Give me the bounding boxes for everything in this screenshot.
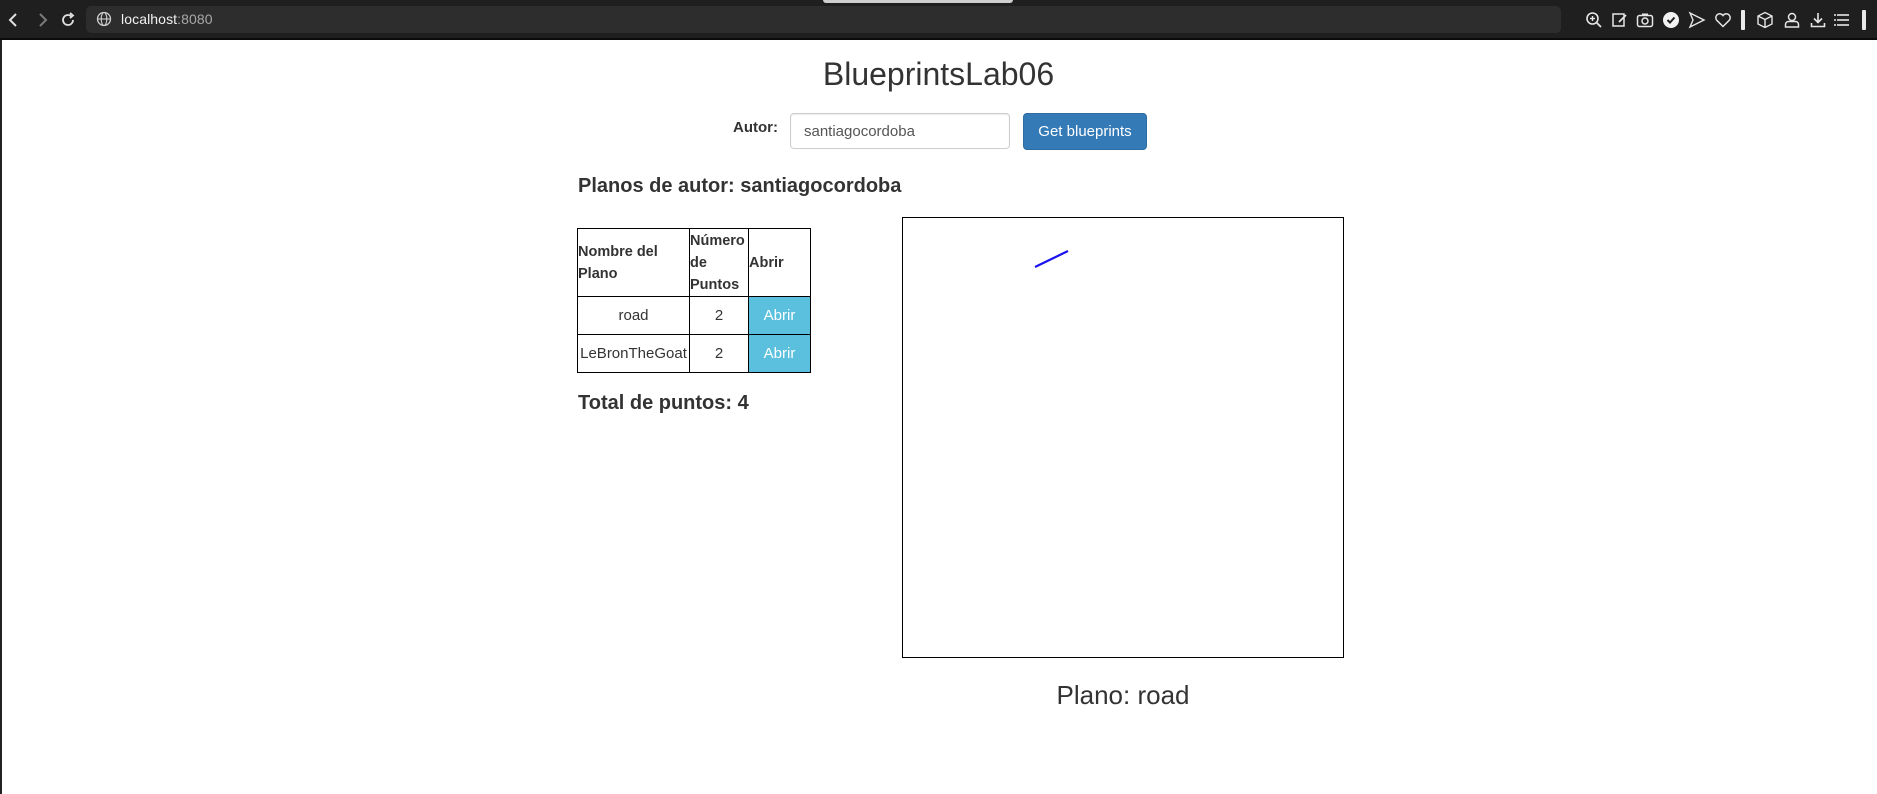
blueprint-canvas[interactable] [902, 217, 1344, 658]
blueprint-points: 2 [689, 296, 749, 335]
get-blueprints-button[interactable]: Get blueprints [1023, 113, 1147, 150]
back-icon[interactable] [4, 10, 24, 30]
current-plano-label: Plano: road [1056, 680, 1190, 710]
browser-toolbar: localhost:8080 [0, 0, 1877, 40]
blueprints-table: Nombre del Plano Número de Puntos Abrir … [577, 228, 811, 373]
blueprint-segment [1034, 250, 1069, 268]
blueprint-drawing [1034, 250, 1069, 268]
reload-icon[interactable] [58, 10, 78, 30]
camera-icon[interactable] [1636, 11, 1654, 29]
download-icon[interactable] [1809, 11, 1827, 29]
header-name: Nombre del Plano [577, 228, 690, 297]
planos-heading: Planos de autor: santiagocordoba [578, 175, 902, 197]
send-icon[interactable] [1688, 11, 1706, 29]
heart-icon[interactable] [1714, 11, 1732, 29]
header-points: Número de Puntos [689, 228, 749, 297]
blueprint-points: 2 [689, 334, 749, 373]
open-blueprint-button[interactable]: Abrir [749, 297, 810, 334]
cube-icon[interactable] [1756, 11, 1774, 29]
app-title: BlueprintsLab06 [822, 56, 1055, 92]
open-cell: Abrir [748, 296, 811, 335]
shield-icon[interactable] [1662, 11, 1680, 29]
table-header-row: Nombre del Plano Número de Puntos Abrir [577, 228, 811, 297]
url-text: localhost:8080 [121, 11, 213, 27]
autor-input[interactable] [790, 113, 1010, 149]
profile-icon[interactable] [1783, 11, 1801, 29]
page-border [0, 40, 2, 794]
address-bar[interactable]: localhost:8080 [86, 6, 1561, 33]
open-blueprint-button[interactable]: Abrir [749, 335, 810, 372]
header-open: Abrir [748, 228, 811, 297]
table-row: road 2 Abrir [577, 296, 811, 335]
menu-icon[interactable] [1834, 11, 1852, 29]
zoom-icon[interactable] [1585, 11, 1603, 29]
window-edge-bar [1862, 10, 1866, 30]
sidebar-divider [1741, 10, 1745, 30]
forward-icon[interactable] [32, 10, 52, 30]
blueprint-name: road [577, 296, 690, 335]
table-row: LeBronTheGoat 2 Abrir [577, 334, 811, 373]
blueprint-name: LeBronTheGoat [577, 334, 690, 373]
autor-label: Autor: [733, 119, 778, 136]
total-points: Total de puntos: 4 [578, 392, 749, 414]
url-host: localhost [121, 11, 178, 27]
url-port: :8080 [177, 11, 213, 27]
open-cell: Abrir [748, 334, 811, 373]
globe-icon [96, 11, 112, 27]
edit-icon[interactable] [1611, 11, 1629, 29]
active-tab-indicator [823, 0, 1013, 3]
